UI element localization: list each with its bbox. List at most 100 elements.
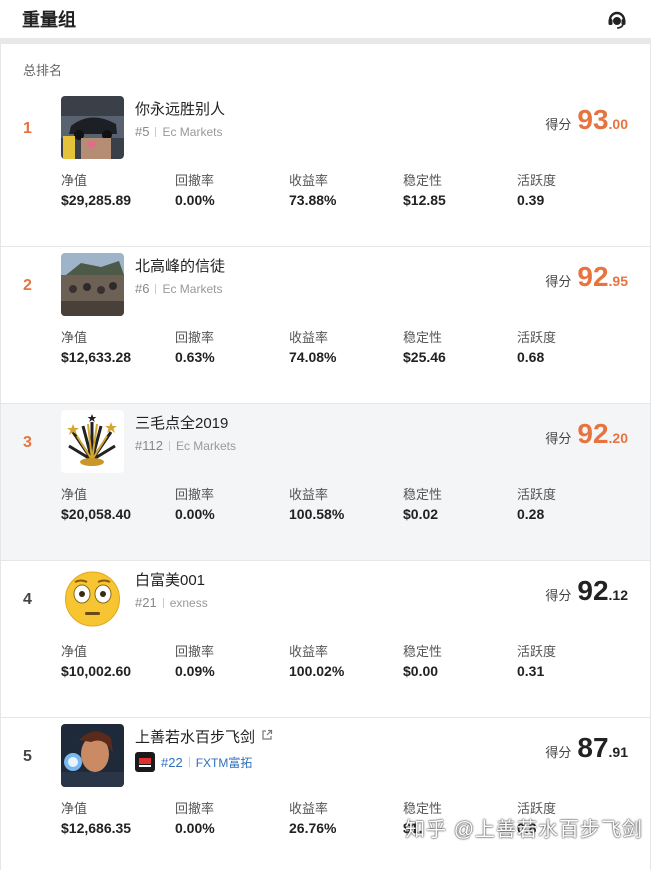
section-label: 总排名 — [23, 63, 63, 78]
meta-separator — [155, 126, 157, 137]
rank-number: 3 — [23, 434, 32, 451]
stat-value-activity: 0.39 — [517, 192, 545, 208]
avatar[interactable] — [61, 253, 124, 316]
stat-label-nav: 净值 — [61, 487, 88, 502]
stat-label-return: 收益率 — [289, 487, 329, 502]
rank-id: #5 — [135, 124, 150, 139]
stat-label-stability: 稳定性 — [403, 330, 443, 345]
meta-separator — [162, 597, 164, 608]
score-decimal: .95 — [608, 273, 628, 289]
avatar[interactable] — [61, 567, 124, 630]
score-label: 得分 — [545, 431, 572, 446]
stat-value-return: 74.08% — [289, 349, 337, 365]
trader-name[interactable]: 白富美001 — [135, 569, 205, 590]
stat-label-drawdown: 回撤率 — [175, 644, 215, 659]
ranking-panel: 总排名 1 你永远胜别人 #5 Ec Markets 得分 93 .00 净值 … — [0, 44, 651, 870]
stats-row: 净值 $20,058.40 回撤率 0.00% 收益率 100.58% 稳定性 $0.0… — [61, 484, 650, 522]
stat-value-stability: $25.46 — [403, 349, 446, 365]
external-link-icon[interactable] — [261, 729, 273, 744]
stat-label-nav: 净值 — [61, 330, 88, 345]
stat-label-return: 收益率 — [289, 173, 329, 188]
score-integer: 92 — [577, 575, 609, 606]
rank-number: 1 — [23, 120, 32, 137]
score-decimal: .20 — [608, 430, 628, 446]
ranking-row[interactable]: 4 白富美001 #21 exness 得分 92 .12 净值 $10,002… — [1, 561, 650, 718]
stat-label-activity: 活跃度 — [517, 487, 557, 502]
stat-value-drawdown: 0.09% — [175, 663, 215, 679]
score: 得分 92 .20 — [545, 418, 628, 450]
stat-value-drawdown: 0.00% — [175, 192, 215, 208]
stat-value-activity: 0.68 — [517, 349, 545, 365]
trader-meta: #21 exness — [135, 595, 208, 610]
stat-value-drawdown: 0.00% — [175, 506, 215, 522]
stat-value-nav: $12,686.35 — [61, 820, 132, 836]
trader-name[interactable]: 上善若水百步飞剑 — [135, 726, 273, 747]
score-decimal: .91 — [608, 744, 628, 760]
avatar[interactable] — [61, 724, 124, 787]
trader-name[interactable]: 三毛点全2019 — [135, 412, 228, 433]
score: 得分 93 .00 — [545, 104, 628, 136]
watermark: 知乎 @上善若水百步飞剑 — [405, 819, 643, 841]
avatar[interactable] — [61, 96, 124, 159]
score-decimal: .00 — [608, 116, 628, 132]
stat-value-return: 100.58% — [289, 506, 345, 522]
score-integer: 87 — [577, 732, 609, 763]
score-label: 得分 — [545, 745, 572, 760]
trader-name[interactable]: 北高峰的信徒 — [135, 255, 225, 276]
trader-meta: #5 Ec Markets — [135, 124, 222, 139]
broker-name[interactable]: FXTM富拓 — [196, 754, 253, 771]
stat-value-stability: $12.85 — [403, 192, 446, 208]
score: 得分 92 .95 — [545, 261, 628, 293]
ranking-row[interactable]: 3 三毛点全2019 #112 Ec Markets 得分 92 .20 净值 $… — [1, 404, 650, 561]
rank-number: 2 — [23, 277, 32, 294]
stat-value-activity: 0.31 — [517, 663, 545, 679]
stat-value-stability: $0.00 — [403, 663, 439, 679]
stat-value-drawdown: 0.00% — [175, 820, 215, 836]
meta-separator — [155, 283, 157, 294]
stat-value-nav: $29,285.89 — [61, 192, 132, 208]
trader-name[interactable]: 你永远胜别人 — [135, 98, 225, 119]
stat-value-return: 26.76% — [289, 820, 337, 836]
stat-value-nav: $20,058.40 — [61, 506, 132, 522]
stat-label-nav: 净值 — [61, 801, 88, 816]
stat-value-return: 100.02% — [289, 663, 345, 679]
stat-label-return: 收益率 — [289, 330, 329, 345]
stat-label-stability: 稳定性 — [403, 644, 443, 659]
ranking-row[interactable]: 5 上善若水百步飞剑 #22 FXTM富拓 得分 87 .91 净值 $12,6… — [1, 718, 650, 870]
broker-name: Ec Markets — [162, 124, 223, 139]
headset-icon[interactable] — [605, 7, 629, 31]
broker-name: Ec Markets — [175, 438, 236, 453]
trader-meta: #112 Ec Markets — [135, 438, 236, 453]
meta-separator — [188, 757, 190, 767]
rank-number: 5 — [23, 748, 32, 765]
broker-name: exness — [169, 595, 208, 610]
stat-label-activity: 活跃度 — [517, 644, 557, 659]
rank-id: #21 — [135, 595, 157, 610]
stat-value-return: 73.88% — [289, 192, 337, 208]
broker-name: Ec Markets — [162, 281, 223, 296]
score-integer: 92 — [577, 261, 609, 292]
stats-row: 净值 $29,285.89 回撤率 0.00% 收益率 73.88% 稳定性 $12.8… — [61, 170, 650, 208]
ranking-row[interactable]: 2 北高峰的信徒 #6 Ec Markets 得分 92 .95 净值 $12,… — [1, 247, 650, 404]
stat-label-stability: 稳定性 — [403, 173, 443, 188]
rank-id: #22 — [161, 754, 183, 770]
score-label: 得分 — [545, 117, 572, 132]
stat-label-drawdown: 回撤率 — [175, 173, 215, 188]
trader-meta: #6 Ec Markets — [135, 281, 222, 296]
avatar[interactable] — [61, 410, 124, 473]
stat-label-drawdown: 回撤率 — [175, 801, 215, 816]
score: 得分 92 .12 — [545, 575, 628, 607]
score: 得分 87 .91 — [545, 732, 628, 764]
app-header: 重量组 — [0, 0, 651, 38]
ranking-row[interactable]: 1 你永远胜别人 #5 Ec Markets 得分 93 .00 净值 $29,… — [1, 90, 650, 247]
stat-value-drawdown: 0.63% — [175, 349, 215, 365]
trader-meta: #22 FXTM富拓 — [135, 752, 252, 772]
score-label: 得分 — [545, 588, 572, 603]
stat-value-nav: $10,002.60 — [61, 663, 132, 679]
stat-value-stability: $0.02 — [403, 506, 439, 522]
stats-row: 净值 $12,633.28 回撤率 0.63% 收益率 74.08% 稳定性 $25.4… — [61, 327, 650, 365]
score-decimal: .12 — [608, 587, 628, 603]
stat-label-activity: 活跃度 — [517, 330, 557, 345]
stat-label-nav: 净值 — [61, 644, 88, 659]
stat-label-drawdown: 回撤率 — [175, 330, 215, 345]
